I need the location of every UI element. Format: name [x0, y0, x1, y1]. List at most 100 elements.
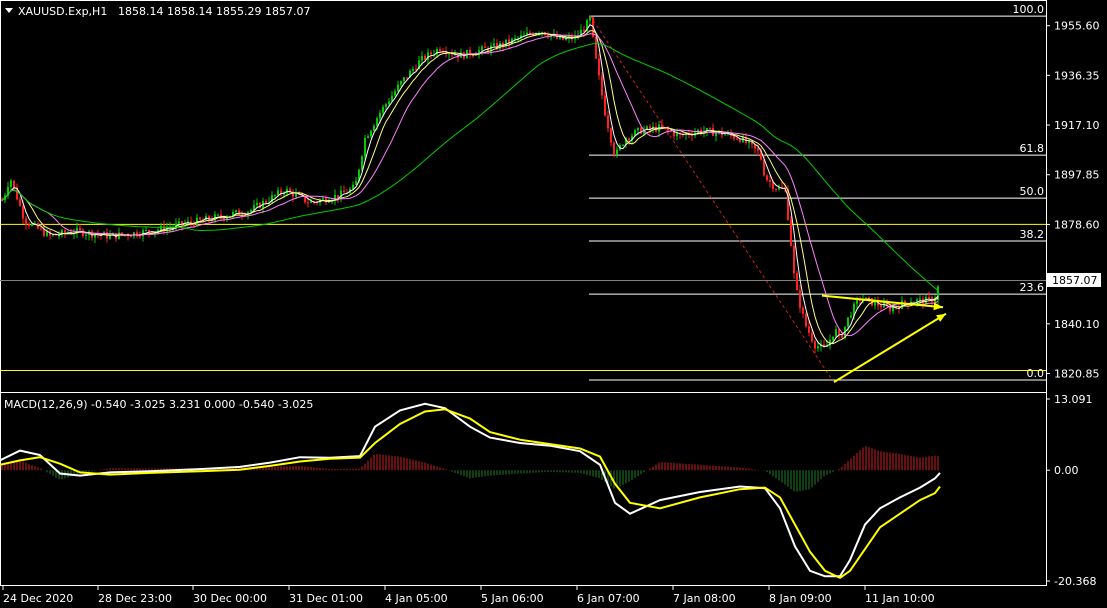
macd-lines [0, 402, 941, 580]
candle-body [589, 17, 591, 21]
candle-body [160, 225, 162, 230]
ohlc-label: 1858.14 1858.14 1855.29 1857.07 [118, 5, 310, 18]
candle-body [256, 202, 258, 206]
candle-body [430, 52, 432, 55]
candle-body [25, 218, 27, 225]
ma-long-line [1, 43, 939, 291]
candle-body [355, 180, 357, 185]
time-tick-label: 5 Jan 06:00 [481, 592, 544, 605]
time-tick-label: 4 Jan 05:00 [385, 592, 448, 605]
candle-body [595, 36, 597, 59]
candle-body [307, 202, 309, 204]
candle-body [13, 180, 15, 188]
candle-body [178, 221, 180, 224]
time-tick-label: 30 Dec 00:00 [193, 592, 267, 605]
candle-body [400, 81, 402, 85]
candle-body [412, 68, 414, 71]
candles [1, 15, 939, 354]
price-tick-label: 1840.10 [1054, 318, 1100, 331]
candle-body [406, 77, 408, 79]
candle-body [322, 198, 324, 200]
time-tick-label: 28 Dec 23:00 [98, 592, 172, 605]
time-tick-label: 11 Jan 10:00 [865, 592, 935, 605]
candle-body [238, 210, 240, 215]
candle-body [40, 228, 42, 230]
candle-body [793, 245, 795, 274]
ma-fast-line [1, 24, 939, 348]
candle-body [388, 101, 390, 105]
candle-body [583, 29, 585, 32]
candle-body [637, 127, 639, 131]
candle-body [79, 227, 81, 230]
candle-body [874, 301, 876, 306]
candle-body [397, 84, 399, 92]
candle-body [775, 189, 777, 191]
candle-body [598, 58, 600, 76]
candle-body [523, 34, 525, 36]
candle-body [817, 346, 819, 349]
symbol-label: XAUUSD.Exp,H1 [18, 5, 107, 18]
candle-body [19, 199, 21, 206]
candle-body [439, 49, 441, 52]
candle-body [847, 317, 849, 327]
candle-body [811, 332, 813, 342]
candle-body [604, 95, 606, 116]
fib-level-label: 0.0 [1027, 367, 1045, 380]
dropdown-triangle-icon[interactable] [5, 8, 13, 13]
price-axis: 1955.60 1936.35 1917.10 1897.85 1878.60 1840.… [1046, 20, 1100, 380]
candle-body [235, 210, 237, 213]
candle-body [850, 315, 852, 318]
candle-body [814, 341, 816, 349]
trendline-drawings[interactable] [821, 294, 947, 383]
candle-body [394, 91, 396, 96]
candle-body [373, 125, 375, 131]
time-tick-label: 7 Jan 08:00 [673, 592, 736, 605]
price-tick-label: 1878.60 [1054, 218, 1100, 231]
symbol-header[interactable]: XAUUSD.Exp,H1 1858.14 1858.14 1855.29 18… [5, 5, 310, 18]
fib-level-label: 50.0 [1020, 185, 1045, 198]
candle-body [277, 190, 279, 196]
candle-body [613, 142, 615, 155]
candle-body [799, 290, 801, 308]
candle-body [289, 188, 291, 192]
current-price-marker: 1857.07 [1047, 272, 1101, 287]
macd-axis: 13.091 0.00 -20.368 [1046, 393, 1096, 588]
candle-body [610, 128, 612, 143]
candle-body [424, 55, 426, 60]
candle-body [766, 175, 768, 181]
candle-body [385, 104, 387, 107]
candle-body [367, 136, 369, 138]
candle-body [448, 53, 450, 55]
candle-body [802, 307, 804, 314]
candle-body [46, 231, 48, 236]
candle-body [763, 159, 765, 176]
candle-body [421, 55, 423, 61]
macd-tick-label: 13.091 [1054, 393, 1093, 406]
price-tick-label: 1897.85 [1054, 169, 1100, 182]
candle-body [661, 124, 663, 128]
candle-body [892, 307, 894, 312]
candle-body [832, 336, 834, 340]
candle-body [526, 32, 528, 35]
candle-body [31, 223, 33, 226]
candle-body [559, 36, 561, 39]
chart-border [0, 0, 1047, 586]
price-tick-label: 1917.10 [1054, 119, 1100, 132]
candle-body [883, 303, 885, 308]
candle-body [403, 77, 405, 82]
candle-body [139, 235, 141, 237]
candle-body [250, 209, 252, 213]
chart-canvas[interactable]: 100.061.850.038.223.60.0 1955.601936.351… [0, 0, 1107, 608]
fib-level-label: 38.2 [1020, 228, 1045, 241]
candle-body [748, 141, 750, 144]
candle-body [796, 273, 798, 291]
candle-body [622, 144, 624, 146]
fib-level-label: 100.0 [1013, 3, 1045, 16]
candle-body [130, 236, 132, 238]
candle-body [145, 229, 147, 231]
candle-body [199, 217, 201, 220]
candle-body [736, 138, 738, 140]
fib-level-label: 61.8 [1020, 142, 1045, 155]
candle-body [295, 193, 297, 197]
candle-body [919, 298, 921, 300]
